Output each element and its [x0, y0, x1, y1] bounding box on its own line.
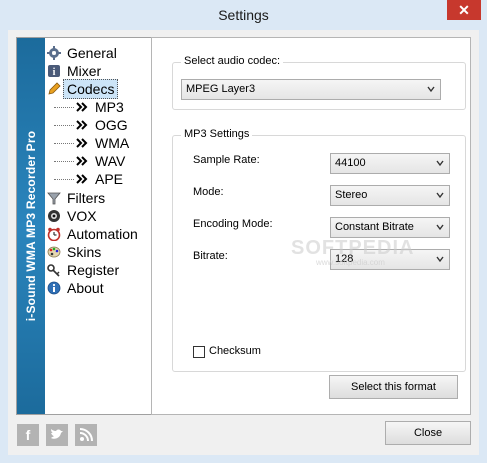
sample-rate-label: Sample Rate:	[193, 154, 260, 166]
tree-item-label: Register	[67, 262, 120, 278]
chevron-down-icon	[436, 160, 444, 167]
key-icon	[47, 264, 60, 277]
double-arrow-icon	[76, 102, 88, 112]
tree-item-label: About	[67, 280, 104, 296]
checksum-label: Checksum	[209, 345, 261, 357]
rss-feed-icon	[79, 428, 93, 442]
double-arrow-icon	[76, 174, 88, 184]
encoding-mode-select[interactable]: Constant Bitrate	[330, 217, 450, 238]
tree-item-label: Filters	[67, 190, 106, 206]
clock-icon	[47, 227, 61, 241]
twitter-icon[interactable]	[46, 424, 68, 446]
product-name: i-Sound WMA MP3 Recorder Pro	[24, 130, 38, 322]
info-icon: i	[48, 65, 60, 78]
select-format-button[interactable]: Select this format	[329, 375, 458, 399]
mode-value: Stereo	[335, 189, 368, 201]
eye-icon	[48, 210, 60, 222]
watermark-url: www.softpedia.com	[316, 258, 385, 267]
sample-rate-value: 44100	[335, 157, 366, 169]
tree-item-label: APE	[95, 171, 124, 187]
chevron-down-icon	[427, 86, 435, 93]
double-arrow-icon	[76, 156, 88, 166]
tree-connector	[54, 143, 74, 144]
close-button[interactable]: Close	[385, 421, 471, 445]
mp3-settings-title: MP3 Settings	[181, 128, 253, 140]
mode-label: Mode:	[193, 186, 224, 198]
chevron-down-icon	[436, 224, 444, 231]
window-title: Settings	[218, 7, 269, 23]
tree-item-label: WAV	[95, 153, 126, 169]
tree-item-label: WMA	[95, 135, 130, 151]
tree-item-label: OGG	[95, 117, 128, 133]
rss-icon[interactable]	[75, 424, 97, 446]
palette-icon	[47, 246, 61, 258]
encoding-mode-label: Encoding Mode:	[193, 218, 273, 230]
codec-group: Select audio codec: MPEG Layer3	[172, 55, 466, 110]
tree-item-label: Codecs	[63, 79, 119, 99]
mode-select[interactable]: Stereo	[330, 185, 450, 206]
tree-connector	[54, 161, 74, 162]
settings-window: Settings ✕ i-Sound WMA MP3 Recorder Pro …	[0, 0, 487, 463]
codec-group-title: Select audio codec:	[181, 55, 284, 67]
tree-item-label: MP3	[95, 99, 124, 115]
tree-item-label: General	[67, 45, 117, 61]
client-area: i-Sound WMA MP3 Recorder Pro General i M…	[8, 30, 479, 455]
tree-item-label: Mixer	[67, 63, 102, 79]
window-close-button[interactable]: ✕	[447, 0, 481, 20]
about-icon	[47, 281, 61, 295]
bitrate-label: Bitrate:	[193, 250, 228, 262]
tree-connector	[54, 107, 74, 108]
tree-item-label: VOX	[67, 208, 97, 224]
product-banner: i-Sound WMA MP3 Recorder Pro	[17, 38, 45, 414]
encoding-mode-value: Constant Bitrate	[335, 221, 414, 233]
chevron-down-icon	[436, 192, 444, 199]
pencil-icon	[48, 82, 61, 95]
audio-codec-select[interactable]: MPEG Layer3	[181, 79, 441, 100]
tree-connector	[54, 125, 74, 126]
chevron-down-icon	[436, 256, 444, 263]
sample-rate-select[interactable]: 44100	[330, 153, 450, 174]
double-arrow-icon	[76, 120, 88, 130]
tree-item-label: Skins	[67, 244, 102, 260]
gear-icon	[47, 46, 61, 60]
codec-settings-panel: Select audio codec: MPEG Layer3 MP3 Sett…	[151, 37, 471, 415]
funnel-icon	[47, 192, 61, 205]
svg-text:i: i	[53, 67, 56, 78]
tree-connector	[54, 179, 74, 180]
settings-navigation: i-Sound WMA MP3 Recorder Pro General i M…	[16, 37, 152, 415]
facebook-icon[interactable]: f	[17, 424, 39, 446]
double-arrow-icon	[76, 138, 88, 148]
tree-item-label: Automation	[67, 226, 138, 242]
twitter-bird-icon	[51, 429, 63, 439]
audio-codec-value: MPEG Layer3	[186, 83, 256, 95]
checksum-checkbox[interactable]	[193, 346, 205, 358]
title-bar: Settings ✕	[0, 0, 487, 30]
watermark: SOFTPEDIA	[291, 237, 415, 259]
